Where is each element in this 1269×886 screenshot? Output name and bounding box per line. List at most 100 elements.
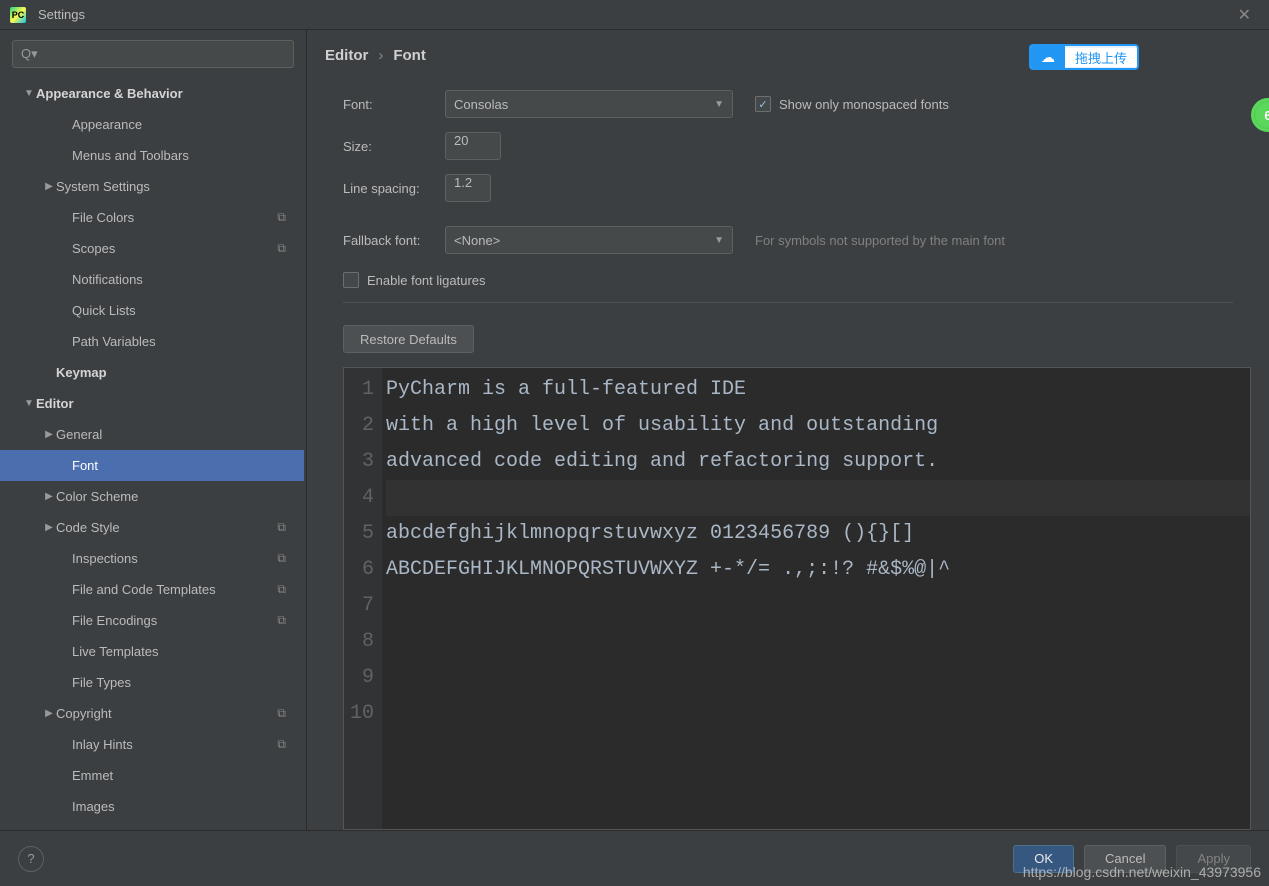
- tree-item-file-colors[interactable]: File Colors⧉: [0, 202, 304, 233]
- tree-label: Keymap: [56, 365, 304, 380]
- tree-label: Emmet: [72, 768, 304, 783]
- line-number: 6: [344, 552, 374, 588]
- font-combo[interactable]: Consolas ▼: [445, 90, 733, 118]
- tree-item-file-encodings[interactable]: File Encodings⧉: [0, 605, 304, 636]
- tree-item-quick-lists[interactable]: Quick Lists: [0, 295, 304, 326]
- line-number: 8: [344, 624, 374, 660]
- tree-item-file-types[interactable]: File Types: [0, 667, 304, 698]
- tree-label: Appearance: [72, 117, 304, 132]
- titlebar: PC Settings ✕: [0, 0, 1269, 30]
- size-label: Size:: [343, 139, 445, 154]
- tree-label: Scopes: [72, 241, 277, 256]
- tree-label: Path Variables: [72, 334, 304, 349]
- tree-item-font[interactable]: Font: [0, 450, 304, 481]
- upload-widget[interactable]: ☁ 拖拽上传: [1029, 44, 1139, 70]
- line-number: 1: [344, 372, 374, 408]
- tree-label: System Settings: [56, 179, 304, 194]
- tree-label: Images: [72, 799, 304, 814]
- fallback-label: Fallback font:: [343, 233, 445, 248]
- line-gutter: 12345678910: [344, 368, 382, 829]
- tree-item-inlay-hints[interactable]: Inlay Hints⧉: [0, 729, 304, 760]
- font-combo-value: Consolas: [454, 97, 508, 112]
- mono-checkbox-label: Show only monospaced fonts: [779, 97, 949, 112]
- code-line: PyCharm is a full-featured IDE: [386, 372, 1250, 408]
- code-line: advanced code editing and refactoring su…: [386, 444, 1250, 480]
- tree-label: Appearance & Behavior: [36, 86, 304, 101]
- spacing-label: Line spacing:: [343, 181, 445, 196]
- code-line: [386, 588, 1250, 624]
- ligatures-checkbox[interactable]: Enable font ligatures: [343, 272, 486, 288]
- tree-item-file-and-code-templates[interactable]: File and Code Templates⧉: [0, 574, 304, 605]
- checkbox-icon: [343, 272, 359, 288]
- tree-item-live-templates[interactable]: Live Templates: [0, 636, 304, 667]
- code-line: [386, 660, 1250, 696]
- tree-label: File and Code Templates: [72, 582, 277, 597]
- fallback-combo[interactable]: <None> ▼: [445, 226, 733, 254]
- restore-defaults-button[interactable]: Restore Defaults: [343, 325, 474, 353]
- search-field[interactable]: [42, 47, 285, 61]
- tree-item-general[interactable]: ▶General: [0, 419, 304, 450]
- close-icon[interactable]: ✕: [1230, 5, 1259, 25]
- upload-label: 拖拽上传: [1065, 48, 1137, 67]
- tree-item-path-variables[interactable]: Path Variables: [0, 326, 304, 357]
- code-preview[interactable]: PyCharm is a full-featured IDEwith a hig…: [382, 368, 1250, 829]
- project-scope-icon: ⧉: [277, 706, 286, 721]
- ligatures-label: Enable font ligatures: [367, 273, 486, 288]
- tree-label: Inspections: [72, 551, 277, 566]
- project-scope-icon: ⧉: [277, 737, 286, 752]
- tree-label: Notifications: [72, 272, 304, 287]
- tree-label: Inlay Hints: [72, 737, 277, 752]
- help-button[interactable]: ?: [18, 846, 44, 872]
- line-number: 3: [344, 444, 374, 480]
- tree-item-editor[interactable]: ▼Editor: [0, 388, 304, 419]
- tree-item-system-settings[interactable]: ▶System Settings: [0, 171, 304, 202]
- code-line: with a high level of usability and outst…: [386, 408, 1250, 444]
- settings-tree[interactable]: ▼Appearance & BehaviorAppearanceMenus an…: [0, 78, 306, 830]
- fallback-hint: For symbols not supported by the main fo…: [755, 233, 1005, 248]
- tree-item-keymap[interactable]: Keymap: [0, 357, 304, 388]
- tree-label: File Encodings: [72, 613, 277, 628]
- tree-item-menus-and-toolbars[interactable]: Menus and Toolbars: [0, 140, 304, 171]
- tree-item-notifications[interactable]: Notifications: [0, 264, 304, 295]
- tree-item-code-style[interactable]: ▶Code Style⧉: [0, 512, 304, 543]
- breadcrumb-root[interactable]: Editor: [325, 47, 368, 64]
- tree-item-emmet[interactable]: Emmet: [0, 760, 304, 791]
- chevron-right-icon: ▶: [42, 491, 56, 502]
- search-input[interactable]: Q▾: [12, 40, 294, 68]
- tree-item-copyright[interactable]: ▶Copyright⧉: [0, 698, 304, 729]
- chevron-right-icon: ▶: [42, 181, 56, 192]
- project-scope-icon: ⧉: [277, 520, 286, 535]
- tree-item-scopes[interactable]: Scopes⧉: [0, 233, 304, 264]
- line-number: 2: [344, 408, 374, 444]
- size-input[interactable]: 20: [445, 132, 501, 160]
- window-title: Settings: [38, 7, 85, 22]
- tree-item-appearance-behavior[interactable]: ▼Appearance & Behavior: [0, 78, 304, 109]
- code-line: [386, 480, 1250, 516]
- sidebar: Q▾ ▼Appearance & BehaviorAppearanceMenus…: [0, 30, 307, 830]
- chevron-down-icon: ▼: [714, 99, 724, 110]
- project-scope-icon: ⧉: [277, 582, 286, 597]
- spacing-input[interactable]: 1.2: [445, 174, 491, 202]
- project-scope-icon: ⧉: [277, 210, 286, 225]
- line-number: 4: [344, 480, 374, 516]
- tree-label: Editor: [36, 396, 304, 411]
- code-line: [386, 696, 1250, 732]
- chevron-down-icon: ▼: [22, 398, 36, 409]
- chevron-right-icon: ▶: [42, 429, 56, 440]
- breadcrumb-leaf: Font: [393, 47, 425, 64]
- tree-label: General: [56, 427, 304, 442]
- tree-item-images[interactable]: Images: [0, 791, 304, 822]
- tree-item-color-scheme[interactable]: ▶Color Scheme: [0, 481, 304, 512]
- tree-label: File Types: [72, 675, 304, 690]
- chevron-down-icon: ▼: [714, 235, 724, 246]
- divider: [343, 302, 1233, 303]
- line-number: 10: [344, 696, 374, 732]
- mono-checkbox[interactable]: ✓ Show only monospaced fonts: [755, 96, 949, 112]
- cloud-icon: ☁: [1031, 46, 1065, 68]
- chevron-right-icon: ▶: [42, 708, 56, 719]
- tree-label: Copyright: [56, 706, 277, 721]
- tree-label: Font: [72, 458, 304, 473]
- app-icon: PC: [10, 7, 26, 23]
- tree-item-appearance[interactable]: Appearance: [0, 109, 304, 140]
- tree-item-inspections[interactable]: Inspections⧉: [0, 543, 304, 574]
